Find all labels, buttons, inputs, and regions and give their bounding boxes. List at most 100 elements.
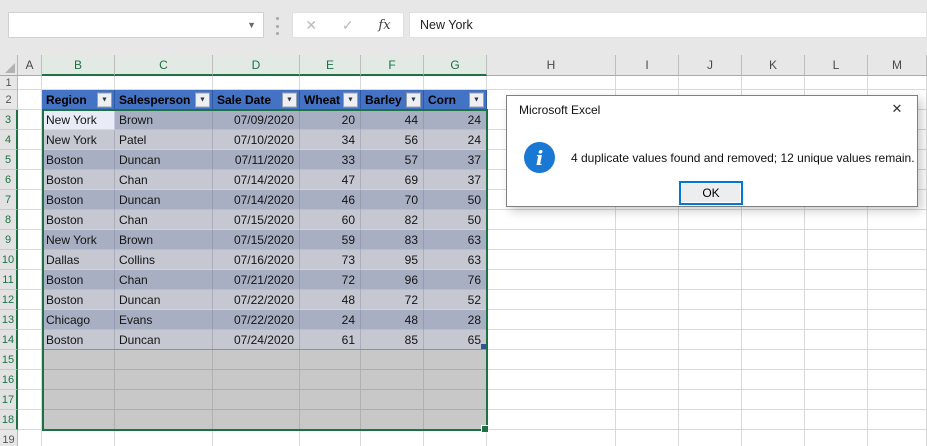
cell-C16[interactable] bbox=[115, 370, 213, 390]
cell-D13[interactable]: 07/22/2020 bbox=[213, 310, 300, 330]
cell-C18[interactable] bbox=[115, 410, 213, 430]
cell-M15[interactable] bbox=[868, 350, 927, 370]
cell-D11[interactable]: 07/21/2020 bbox=[213, 270, 300, 290]
cell-B10[interactable]: Dallas bbox=[42, 250, 115, 270]
row-header-10[interactable]: 10 bbox=[0, 250, 18, 270]
cell-A18[interactable] bbox=[18, 410, 42, 430]
cell-D16[interactable] bbox=[213, 370, 300, 390]
cell-J11[interactable] bbox=[679, 270, 742, 290]
cell-E9[interactable]: 59 bbox=[300, 230, 361, 250]
cell-J10[interactable] bbox=[679, 250, 742, 270]
cell-H15[interactable] bbox=[487, 350, 616, 370]
cell-F14[interactable]: 85 bbox=[361, 330, 424, 350]
column-header-E[interactable]: E bbox=[300, 55, 361, 76]
cell-H19[interactable] bbox=[487, 430, 616, 446]
cell-L17[interactable] bbox=[805, 390, 868, 410]
cell-B3[interactable]: New York bbox=[42, 110, 115, 130]
cell-G3[interactable]: 24 bbox=[424, 110, 487, 130]
cell-J15[interactable] bbox=[679, 350, 742, 370]
ok-button[interactable]: OK bbox=[679, 181, 743, 205]
cell-E6[interactable]: 47 bbox=[300, 170, 361, 190]
cell-B15[interactable] bbox=[42, 350, 115, 370]
row-header-9[interactable]: 9 bbox=[0, 230, 18, 250]
cell-G1[interactable] bbox=[424, 76, 487, 90]
cell-E12[interactable]: 48 bbox=[300, 290, 361, 310]
cell-C15[interactable] bbox=[115, 350, 213, 370]
cell-C17[interactable] bbox=[115, 390, 213, 410]
cell-B6[interactable]: Boston bbox=[42, 170, 115, 190]
cell-K19[interactable] bbox=[742, 430, 805, 446]
cell-L13[interactable] bbox=[805, 310, 868, 330]
cell-D14[interactable]: 07/24/2020 bbox=[213, 330, 300, 350]
cell-A7[interactable] bbox=[18, 190, 42, 210]
cell-L1[interactable] bbox=[805, 76, 868, 90]
cell-F7[interactable]: 70 bbox=[361, 190, 424, 210]
cell-G12[interactable]: 52 bbox=[424, 290, 487, 310]
formula-bar-splitter[interactable] bbox=[275, 17, 279, 35]
cell-J17[interactable] bbox=[679, 390, 742, 410]
row-header-11[interactable]: 11 bbox=[0, 270, 18, 290]
cell-F19[interactable] bbox=[361, 430, 424, 446]
cell-G9[interactable]: 63 bbox=[424, 230, 487, 250]
cell-I19[interactable] bbox=[616, 430, 679, 446]
cell-B12[interactable]: Boston bbox=[42, 290, 115, 310]
cell-M12[interactable] bbox=[868, 290, 927, 310]
cell-D17[interactable] bbox=[213, 390, 300, 410]
cell-F11[interactable]: 96 bbox=[361, 270, 424, 290]
cell-A9[interactable] bbox=[18, 230, 42, 250]
cell-C3[interactable]: Brown bbox=[115, 110, 213, 130]
cell-L16[interactable] bbox=[805, 370, 868, 390]
row-header-16[interactable]: 16 bbox=[0, 370, 18, 390]
cell-E4[interactable]: 34 bbox=[300, 130, 361, 150]
cell-A16[interactable] bbox=[18, 370, 42, 390]
cell-J1[interactable] bbox=[679, 76, 742, 90]
column-header-G[interactable]: G bbox=[424, 55, 487, 76]
insert-function-icon[interactable]: fx bbox=[378, 18, 390, 33]
cell-L18[interactable] bbox=[805, 410, 868, 430]
row-header-19[interactable]: 19 bbox=[0, 430, 18, 446]
cell-J18[interactable] bbox=[679, 410, 742, 430]
cell-F4[interactable]: 56 bbox=[361, 130, 424, 150]
cell-K9[interactable] bbox=[742, 230, 805, 250]
row-header-5[interactable]: 5 bbox=[0, 150, 18, 170]
cell-K15[interactable] bbox=[742, 350, 805, 370]
cell-J8[interactable] bbox=[679, 210, 742, 230]
cell-C4[interactable]: Patel bbox=[115, 130, 213, 150]
cell-A17[interactable] bbox=[18, 390, 42, 410]
cell-F16[interactable] bbox=[361, 370, 424, 390]
column-header-L[interactable]: L bbox=[805, 55, 868, 76]
cell-A10[interactable] bbox=[18, 250, 42, 270]
row-header-15[interactable]: 15 bbox=[0, 350, 18, 370]
enter-icon[interactable]: ✓ bbox=[342, 17, 354, 34]
cell-E11[interactable]: 72 bbox=[300, 270, 361, 290]
cell-E5[interactable]: 33 bbox=[300, 150, 361, 170]
cell-J12[interactable] bbox=[679, 290, 742, 310]
cell-B13[interactable]: Chicago bbox=[42, 310, 115, 330]
filter-dropdown-icon[interactable]: ▼ bbox=[406, 93, 421, 108]
cell-E15[interactable] bbox=[300, 350, 361, 370]
cell-C1[interactable] bbox=[115, 76, 213, 90]
cell-A3[interactable] bbox=[18, 110, 42, 130]
cell-G5[interactable]: 37 bbox=[424, 150, 487, 170]
cell-L15[interactable] bbox=[805, 350, 868, 370]
cell-G4[interactable]: 24 bbox=[424, 130, 487, 150]
column-header-F[interactable]: F bbox=[361, 55, 424, 76]
formula-input[interactable]: New York bbox=[409, 12, 927, 38]
cell-C19[interactable] bbox=[115, 430, 213, 446]
row-header-18[interactable]: 18 bbox=[0, 410, 18, 430]
cell-A2[interactable] bbox=[18, 90, 42, 110]
filter-dropdown-icon[interactable]: ▼ bbox=[195, 93, 210, 108]
cell-M1[interactable] bbox=[868, 76, 927, 90]
cell-J19[interactable] bbox=[679, 430, 742, 446]
cell-B14[interactable]: Boston bbox=[42, 330, 115, 350]
cell-A6[interactable] bbox=[18, 170, 42, 190]
cell-E16[interactable] bbox=[300, 370, 361, 390]
cell-D2[interactable]: Sale Date▼ bbox=[213, 90, 300, 110]
filter-dropdown-icon[interactable]: ▼ bbox=[97, 93, 112, 108]
cell-E18[interactable] bbox=[300, 410, 361, 430]
cell-I1[interactable] bbox=[616, 76, 679, 90]
cell-G16[interactable] bbox=[424, 370, 487, 390]
filter-dropdown-icon[interactable]: ▼ bbox=[469, 93, 484, 108]
cell-E8[interactable]: 60 bbox=[300, 210, 361, 230]
column-header-C[interactable]: C bbox=[115, 55, 213, 76]
